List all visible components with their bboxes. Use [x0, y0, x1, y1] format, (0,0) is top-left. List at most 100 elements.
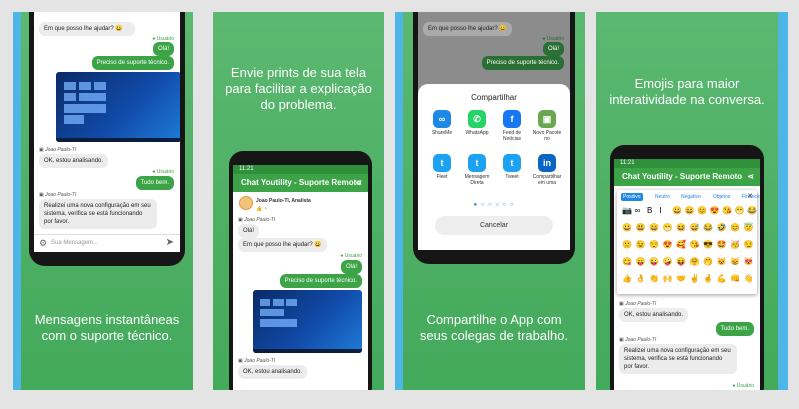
app-title: Chat Youtility - Suporte Remoto [622, 172, 743, 181]
emoji-option[interactable]: ✌ [690, 274, 700, 284]
app-bar: Chat Youtility - Suporte Remoto ⋖ [233, 174, 368, 192]
emoji-option[interactable]: 😄 [685, 206, 695, 216]
emoji-option[interactable]: 🤭 [703, 257, 713, 267]
emoji-option[interactable]: 😂 [747, 206, 757, 216]
share-target[interactable]: ∞ ShareMe [426, 110, 458, 136]
panel4-edge [778, 12, 788, 390]
emoji-option[interactable]: 😁 [735, 206, 745, 216]
emoji-option[interactable]: 😝 [676, 257, 686, 267]
reply-bubble: Olá! [542, 42, 564, 56]
cancel-button[interactable]: Cancelar [435, 216, 553, 235]
emoji-tab[interactable]: Positivo [621, 193, 643, 201]
emoji-option[interactable]: 😆 [676, 223, 686, 233]
emoji-option[interactable]: 😋 [622, 257, 632, 267]
share-app-icon: in [538, 154, 556, 172]
emoji-option[interactable]: 😘 [690, 240, 700, 250]
agent-header: Joao Paulo-TI, Analista [256, 198, 311, 204]
screenshot-image[interactable] [56, 72, 180, 142]
caption: Envie prints de sua tela para facilitar … [225, 65, 372, 112]
emoji-option[interactable]: 😺 [717, 257, 727, 267]
emoji-option[interactable]: 😅 [690, 223, 700, 233]
emoji-option[interactable]: 😘 [722, 206, 732, 216]
emoji-tab[interactable]: Neutro [653, 193, 672, 201]
emoji-option[interactable]: 🤝 [676, 274, 686, 284]
emoji-option[interactable]: 🤩 [717, 240, 727, 250]
share-app-icon: ∞ [433, 110, 451, 128]
emoji-option[interactable]: 📷 [622, 206, 632, 216]
message-input[interactable]: Sua Mensagem... [51, 240, 98, 246]
emoji-option[interactable]: 😸 [730, 257, 740, 267]
emoji-tab[interactable]: Objetos [711, 193, 732, 201]
emoji-option[interactable]: 😀 [622, 223, 632, 233]
emoji-option[interactable]: 😃 [636, 223, 646, 233]
settings-icon[interactable]: ⚙ [39, 238, 47, 249]
emoji-option[interactable]: 🥰 [676, 240, 686, 250]
phone-frame: Em que posso lhe ajudar? 😀 ● Usuário Olá… [413, 12, 575, 264]
chat-screen: Em que posso lhe ajudar? 😀 ● Usuário Olá… [418, 12, 570, 250]
caption: Mensagens instantâneas com o suporte téc… [34, 312, 180, 343]
share-target-label: Tweet [505, 174, 519, 180]
share-target[interactable]: t Mensagem Direta [461, 154, 493, 186]
emoji-option[interactable]: 😇 [744, 223, 754, 233]
share-target[interactable]: in Compartilhar em uma [531, 154, 563, 186]
emoji-option[interactable]: 😊 [730, 223, 740, 233]
emoji-option[interactable]: 🙌 [663, 274, 673, 284]
emoji-option[interactable]: 😻 [744, 257, 754, 267]
share-target[interactable]: t Tweet [496, 154, 528, 180]
emoji-option[interactable]: ∞ [635, 206, 641, 216]
emoji-option[interactable]: 😄 [649, 223, 659, 233]
emoji-option[interactable]: 😜 [649, 257, 659, 267]
emoji-option[interactable]: 👋 [744, 274, 754, 284]
panel1-edge [13, 12, 21, 390]
emoji-option[interactable]: 😛 [636, 257, 646, 267]
emoji-option[interactable]: 🤞 [703, 274, 713, 284]
message-bubble: Em que posso lhe ajudar? 😀 [39, 22, 135, 36]
emoji-option[interactable]: 😁 [663, 223, 673, 233]
message-bubble: Em que posso lhe ajudar? 😀 [238, 238, 327, 252]
emoji-option[interactable]: 🤣 [717, 223, 727, 233]
emoji-option[interactable]: 😎 [703, 240, 713, 250]
agent-name: ▣ Joao Paulo-TI [619, 337, 657, 343]
emoji-option[interactable]: 🤗 [690, 257, 700, 267]
emoji-option[interactable]: I [660, 206, 662, 216]
phone-frame: 11:21 Chat Youtility - Suporte Remoto ⋖ … [610, 145, 764, 390]
caption: Emojis para maior interatividade na conv… [609, 76, 765, 107]
emoji-option[interactable]: 👏 [649, 274, 659, 284]
send-icon[interactable]: ➤ [166, 237, 174, 248]
share-target[interactable]: f Feed de Notícias [496, 110, 528, 142]
agent-name: ▣ Joao Paulo-TI [238, 217, 276, 223]
screenshot-panel-1: Em que posso lhe ajudar? 😀 ● Usuário Olá… [21, 12, 193, 390]
emoji-option[interactable]: 🤪 [663, 257, 673, 267]
share-target-label: WhatsApp [465, 130, 489, 136]
share-app-icon: t [503, 154, 521, 172]
reply-bubble: Olá! [340, 260, 362, 274]
emoji-option[interactable]: 👍 [622, 274, 632, 284]
message-bubble: OK, estou analisando. [39, 154, 109, 168]
emoji-option[interactable]: 👌 [636, 274, 646, 284]
close-icon[interactable]: ✕ [747, 192, 753, 200]
status-bar: 11:21 [233, 165, 368, 174]
emoji-option[interactable]: 💪 [717, 274, 727, 284]
emoji-option[interactable]: 🙂 [622, 240, 632, 250]
screenshot-panel-3: Em que posso lhe ajudar? 😀 ● Usuário Olá… [403, 12, 585, 390]
share-target[interactable]: ✆ WhatsApp [461, 110, 493, 136]
emoji-option[interactable]: 😀 [672, 206, 682, 216]
share-target[interactable]: ▣ Novo Pacote no [531, 110, 563, 142]
emoji-option[interactable]: 😂 [703, 223, 713, 233]
emoji-option[interactable]: 😍 [663, 240, 673, 250]
emoji-option[interactable]: 😊 [697, 206, 707, 216]
emoji-option[interactable]: 👊 [730, 274, 740, 284]
share-target[interactable]: t Fleet [426, 154, 458, 180]
emoji-tab[interactable]: Negativo [679, 193, 703, 201]
emoji-option[interactable]: B [647, 206, 652, 216]
emoji-option[interactable]: 😏 [744, 240, 754, 250]
share-app-icon: t [468, 154, 486, 172]
screenshot-image[interactable] [253, 290, 362, 353]
share-icon[interactable]: ⋖ [747, 168, 754, 186]
emoji-option[interactable]: 😉 [636, 240, 646, 250]
screenshot-panel-2: Envie prints de sua tela para facilitar … [213, 12, 384, 390]
emoji-option[interactable]: 🥳 [730, 240, 740, 250]
emoji-option[interactable]: 😌 [649, 240, 659, 250]
share-icon[interactable]: ⋖ [355, 174, 362, 192]
emoji-option[interactable]: 😍 [710, 206, 720, 216]
